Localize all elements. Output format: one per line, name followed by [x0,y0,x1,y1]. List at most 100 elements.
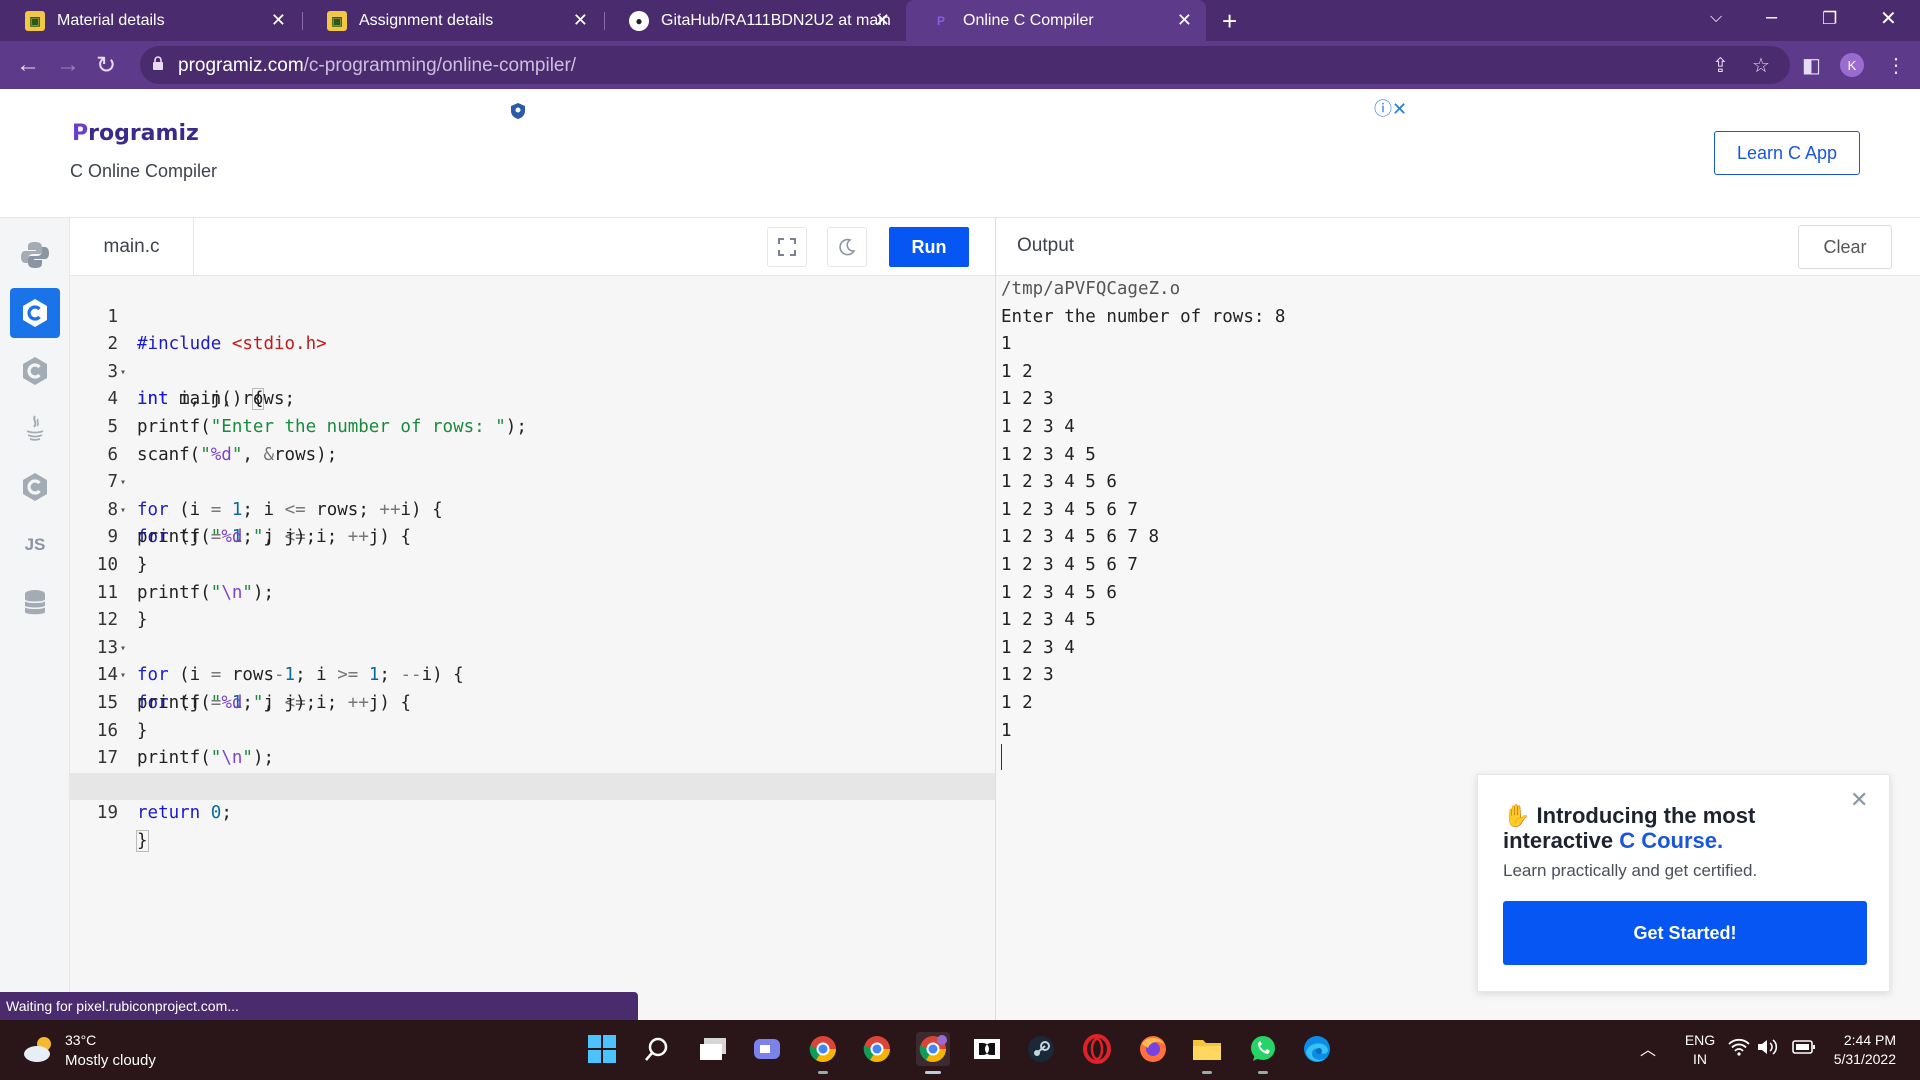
language-indicator[interactable]: ENG IN [1680,1032,1720,1067]
output-header: Output Clear [996,218,1920,276]
steam-icon[interactable] [1024,1032,1058,1066]
file-explorer-icon[interactable] [1190,1032,1224,1074]
chrome-profile-2-icon[interactable] [860,1032,894,1066]
edge-icon[interactable] [1300,1032,1334,1066]
side-panel-icon[interactable]: ◧ [1802,53,1821,78]
tab-assignment-details[interactable]: ▣ Assignment details ✕ [302,0,602,41]
code-line: 4 printf("Enter the number of rows: "); [70,359,995,437]
running-indicator [1202,1071,1212,1074]
profile-avatar[interactable]: K [1840,53,1864,77]
javascript-language-button[interactable]: JS [10,520,60,570]
output-line: 1 [1001,334,1012,355]
dolby-access-icon[interactable] [970,1032,1004,1066]
clear-button[interactable]: Clear [1798,225,1892,269]
output-line: /tmp/aPVFQCageZ.o [1001,279,1181,299]
promo-title: ✋ Introducing the most interactive C Cou… [1503,803,1833,853]
code-text: return 0; [137,803,232,824]
output-line: 1 2 3 4 [1001,417,1075,437]
code-line: 7 ▾ for (j = 1; j <= i; ++j) { [70,442,995,547]
code-editor[interactable]: 1 #include <stdio.h> 2 ▾ int main() { 3 … [70,276,995,1020]
teams-chat-icon[interactable] [750,1032,784,1066]
code-line: 3 int i, j, rows; [70,331,995,410]
url-text[interactable]: programiz.com/c-programming/online-compi… [178,55,576,77]
volume-icon[interactable] [1756,1038,1778,1059]
database-icon [24,590,46,615]
weather-temperature[interactable]: 33°C [65,1032,96,1048]
search-icon[interactable] [640,1032,674,1066]
tab-github[interactable]: ● GitaHub/RA111BDN2U2 at main ✕ [604,0,904,41]
line-number: 19 [96,803,118,824]
python-icon [21,242,49,268]
python-language-button[interactable] [10,230,60,280]
restore-icon[interactable]: ❐ [1822,9,1837,29]
windows-start-icon[interactable] [585,1032,619,1066]
ad-shield-icon[interactable] [510,102,526,120]
close-icon[interactable]: ✕ [1177,10,1192,31]
taskbar-clock[interactable]: 2:44 PM 5/31/2022 [1826,1032,1896,1067]
fullscreen-button[interactable] [767,227,807,267]
tray-overflow-chevron-icon[interactable]: ︿ [1640,1036,1656,1060]
running-indicator [1258,1071,1268,1074]
output-line: 1 2 [1001,361,1033,382]
logo-letter: P [72,121,89,146]
url-host: programiz.com [178,55,304,76]
c-language-button[interactable] [10,288,60,338]
sql-language-button[interactable] [10,578,60,628]
whatsapp-icon[interactable] [1246,1032,1280,1074]
tab-material-details[interactable]: ▣ Material details ✕ [0,0,300,41]
close-icon[interactable]: ✕ [875,10,890,31]
code-line: 2 ▾ int main() { [70,304,995,411]
promo-close-icon[interactable]: ✕ [1850,787,1868,813]
output-line: 1 2 [1001,693,1033,713]
bookmark-star-icon[interactable]: ☆ [1752,53,1770,78]
window-close-icon[interactable]: ✕ [1880,6,1897,31]
task-view-icon[interactable] [696,1032,730,1066]
code-line: 13 ▾ for (j = 1; j <= i; ++j) { [70,607,995,713]
code-line: 16 printf("\n"); [70,690,995,769]
dark-mode-toggle[interactable] [827,227,867,267]
cpp-language-button[interactable] [10,346,60,396]
tab-online-c-compiler[interactable]: P Online C Compiler ✕ [906,0,1206,41]
output-line: 1 2 3 4 5 6 7 [1001,555,1138,575]
weather-description[interactable]: Mostly cloudy [65,1052,156,1069]
get-started-button[interactable]: Get Started! [1503,901,1867,965]
clock-time: 2:44 PM [1843,1032,1896,1048]
url-path: /c-programming/online-compiler/ [303,55,577,76]
browser-tab-bar: ▣ Material details ✕ ▣ Assignment detail… [0,0,1920,41]
new-tab-button[interactable]: + [1222,6,1237,37]
share-icon[interactable]: ⇪ [1712,53,1729,78]
tab-search-icon[interactable]: ⌵ [1710,9,1722,27]
editor-header: main.c Run [70,218,995,276]
minimize-icon[interactable]: – [1766,6,1777,29]
firefox-icon[interactable] [1136,1032,1170,1066]
reload-icon[interactable]: ↻ [96,51,116,80]
wifi-icon[interactable] [1728,1038,1750,1061]
java-language-button[interactable] [10,404,60,454]
chrome-profile-1-icon[interactable] [806,1032,840,1074]
waving-hand-icon: ✋ [1503,803,1531,828]
output-line: 1 [1001,720,1012,741]
close-icon[interactable]: ✕ [573,10,588,31]
code-line: 15 } [70,662,995,741]
lock-icon[interactable] [152,56,164,70]
back-arrow-icon[interactable]: ← [16,51,40,79]
menu-kebab-icon[interactable]: ⋮ [1886,53,1906,78]
c-language-icon [23,299,47,327]
weather-cloudy-icon[interactable] [22,1034,56,1064]
battery-icon[interactable] [1792,1039,1816,1058]
code-line-current: 19 } [70,772,995,852]
programiz-logo[interactable]: Programiz [72,121,199,146]
file-tab-main-c[interactable]: main.c [70,218,194,276]
csharp-language-button[interactable] [10,462,60,512]
opera-icon[interactable] [1080,1032,1114,1066]
text-cursor [147,830,149,851]
output-line: 1 2 3 4 5 [1001,444,1096,465]
forward-arrow-icon[interactable]: → [56,51,80,79]
chrome-profile-k-icon[interactable] [916,1032,950,1074]
output-line: 1 2 3 [1001,665,1054,686]
close-icon[interactable]: ✕ [271,10,286,31]
run-button[interactable]: Run [889,227,969,267]
ad-info-close-icon[interactable]: ⓘ✕ [1374,95,1407,121]
moon-icon [839,238,856,256]
learn-c-app-button[interactable]: Learn C App [1714,131,1860,175]
